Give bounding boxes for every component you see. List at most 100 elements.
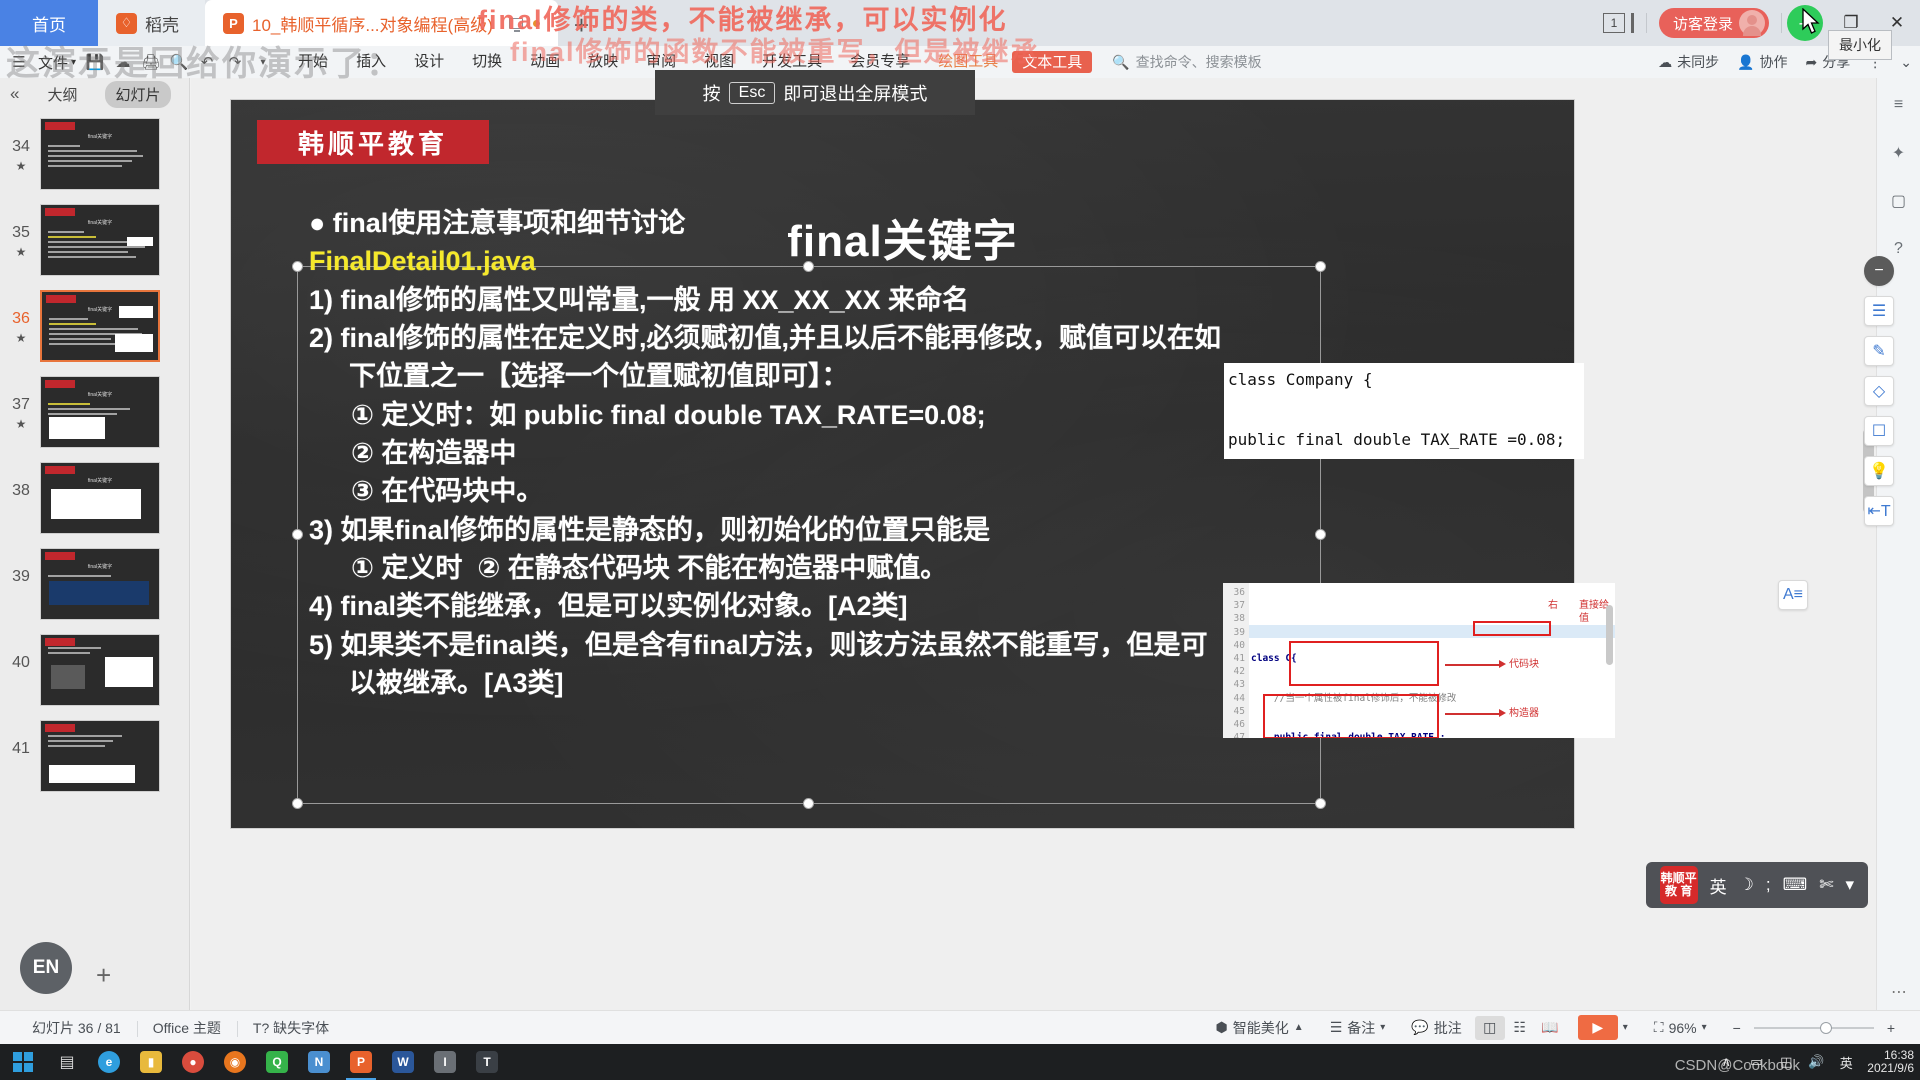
qq-icon[interactable]: Q	[256, 1044, 298, 1080]
menu-animation[interactable]: 动画	[516, 49, 574, 75]
thumbnail-list[interactable]: 34 ★ final关键字 35 ★ final关键字 36 ★ final关键…	[0, 112, 190, 972]
thumbnail-preview[interactable]: final关键字	[40, 118, 160, 190]
menu-hamburger-icon[interactable]: ☰	[6, 50, 32, 74]
tab-outline[interactable]: 大纲	[37, 81, 87, 108]
ime-floating-bar[interactable]: 韩顺平 教 育 英 ☽ ; ⌨ ✄ ▾	[1645, 862, 1868, 908]
tab-home[interactable]: 首页	[0, 0, 98, 46]
sync-status-button[interactable]: ☁ 未同步	[1658, 52, 1719, 72]
thumbnail-preview[interactable]: final关键字	[40, 548, 160, 620]
edge-icon[interactable]: e	[88, 1044, 130, 1080]
code-snippet-image[interactable]: class Company { public final double TAX_…	[1224, 363, 1584, 459]
view-reading-button[interactable]: 📖	[1535, 1016, 1565, 1040]
rail-more-icon[interactable]: ⋯	[1877, 982, 1920, 1002]
thumbnail-preview[interactable]	[40, 634, 160, 706]
chrome-icon[interactable]: ●	[172, 1044, 214, 1080]
menu-design[interactable]: 设计	[400, 49, 458, 75]
firefox-icon[interactable]: ◉	[214, 1044, 256, 1080]
tab-slides[interactable]: 幻灯片	[105, 80, 171, 108]
ide-scrollbar[interactable]	[1606, 605, 1613, 665]
missing-font-warning[interactable]: T? 缺失字体	[236, 1018, 345, 1038]
beautify-button[interactable]: ⬢ 智能美化 ▲	[1203, 1018, 1317, 1038]
thumbnail-preview[interactable]	[40, 720, 160, 792]
thumbnail-preview-active[interactable]: final关键字	[40, 290, 160, 362]
network-icon[interactable]: ◰	[1777, 1053, 1795, 1071]
rail-magic-icon[interactable]: ✦	[1886, 140, 1912, 166]
word-icon[interactable]: W	[382, 1044, 424, 1080]
shape-icon[interactable]: ◇	[1864, 376, 1894, 406]
tray-expand-icon[interactable]: ∧	[1717, 1053, 1735, 1071]
add-slide-button[interactable]: +	[96, 962, 111, 988]
folder-icon[interactable]: ▮	[130, 1044, 172, 1080]
ime-language-badge[interactable]: EN	[20, 942, 72, 994]
list-item[interactable]: 35 ★ final关键字	[0, 198, 190, 284]
present-monitor-icon[interactable]	[508, 17, 523, 32]
collapse-panel-icon[interactable]: «	[10, 84, 19, 104]
wps-ppt-icon[interactable]: P	[340, 1044, 382, 1080]
theme-name[interactable]: Office 主题	[136, 1018, 237, 1038]
file-menu-button[interactable]: 文件 ▾	[34, 52, 80, 73]
layers-icon[interactable]: ☰	[1864, 296, 1894, 326]
ide-screenshot-image[interactable]: 36 37 38 39 40 41 42 43 44 45 46 47 48 4…	[1223, 583, 1615, 738]
tab-docer[interactable]: ♢ 稻壳	[98, 0, 205, 46]
list-item[interactable]: 41	[0, 714, 190, 800]
search-box[interactable]: 🔍 查找命令、搜索模板	[1112, 52, 1261, 72]
collapse-ribbon-icon[interactable]: ⌄	[1900, 54, 1912, 71]
pen-icon[interactable]: ✎	[1864, 336, 1894, 366]
new-tab-button[interactable]: +	[558, 12, 605, 38]
list-item[interactable]: 34 ★ final关键字	[0, 112, 190, 198]
thumbnail-preview[interactable]: final关键字	[40, 376, 160, 448]
comments-button[interactable]: 💬 批注	[1398, 1018, 1474, 1038]
ime-indicator[interactable]: 英	[1837, 1053, 1855, 1071]
zoom-chevron-icon[interactable]: ▾	[1702, 1022, 1707, 1033]
lightbulb-icon[interactable]: 💡	[1864, 456, 1894, 486]
notepad-icon[interactable]: N	[298, 1044, 340, 1080]
notes-button[interactable]: ☰ 备注 ▾	[1317, 1018, 1399, 1038]
play-chevron-icon[interactable]: ▾	[1623, 1022, 1628, 1033]
slide-body-text[interactable]: ● final使用注意事项和细节讨论 FinalDetail01.java 1)…	[309, 204, 1319, 702]
zoom-out-button[interactable]: −	[1720, 1020, 1754, 1036]
tab-document[interactable]: P 10_韩顺平循序...对象编程(高级)	[205, 0, 558, 46]
resize-handle-top-left[interactable]	[292, 261, 303, 272]
keyboard-icon[interactable]: ⌨	[1783, 875, 1808, 895]
collaborate-button[interactable]: 👤 协作	[1737, 52, 1787, 72]
resize-handle-middle-left[interactable]	[292, 529, 303, 540]
resize-handle-bottom-right[interactable]	[1315, 798, 1326, 809]
print-preview-icon[interactable]: 🔍	[166, 50, 192, 74]
task-view-icon[interactable]: ▤	[46, 1044, 88, 1080]
undo-icon[interactable]: ↶	[194, 50, 220, 74]
zoom-slider[interactable]	[1753, 1018, 1874, 1038]
list-item[interactable]: 36 ★ final关键字	[0, 284, 190, 370]
start-slideshow-button[interactable]: ▶ ▾	[1565, 1015, 1641, 1040]
menu-slideshow[interactable]: 放映	[574, 49, 632, 75]
text-align-icon[interactable]: A≡	[1778, 580, 1808, 610]
list-item[interactable]: 40	[0, 628, 190, 714]
rail-image-icon[interactable]: ▢	[1886, 188, 1912, 214]
ide-icon[interactable]: I	[424, 1044, 466, 1080]
view-normal-button[interactable]: ◫	[1474, 1015, 1505, 1040]
zoom-slider-knob[interactable]	[1819, 1021, 1832, 1034]
crop-icon[interactable]: ☐	[1864, 416, 1894, 446]
redo-icon[interactable]: ↷	[222, 50, 248, 74]
thumbnail-preview[interactable]: final关键字	[40, 462, 160, 534]
fit-to-window-button[interactable]: ⛶ 96% ▾	[1641, 1019, 1720, 1036]
guest-login-button[interactable]: 访客登录	[1658, 8, 1769, 38]
ime-chevron-icon[interactable]: ▾	[1845, 875, 1854, 895]
ime-mode-label[interactable]: 英	[1710, 873, 1727, 898]
view-sorter-button[interactable]: ☷	[1505, 1016, 1535, 1040]
menu-start[interactable]: 开始	[284, 49, 342, 75]
cloud-save-icon[interactable]: ☁	[110, 50, 136, 74]
print-icon[interactable]: 🖨	[138, 50, 164, 74]
list-item[interactable]: 38 final关键字	[0, 456, 190, 542]
save-icon[interactable]: 💾	[82, 50, 108, 74]
terminal-icon[interactable]: T	[466, 1044, 508, 1080]
battery-icon[interactable]: ▭	[1747, 1053, 1765, 1071]
volume-icon[interactable]: 🔊	[1807, 1053, 1825, 1071]
menu-insert[interactable]: 插入	[342, 49, 400, 75]
moon-icon[interactable]: ☽	[1739, 875, 1754, 895]
start-button[interactable]	[0, 1044, 46, 1080]
qat-chevron-icon[interactable]: ▾	[250, 50, 276, 74]
toolbox-icon[interactable]: ✄	[1819, 875, 1833, 895]
list-item[interactable]: 39 final关键字	[0, 542, 190, 628]
thumbnail-preview[interactable]: final关键字	[40, 204, 160, 276]
collapse-toolbar-icon[interactable]: −	[1864, 256, 1894, 286]
